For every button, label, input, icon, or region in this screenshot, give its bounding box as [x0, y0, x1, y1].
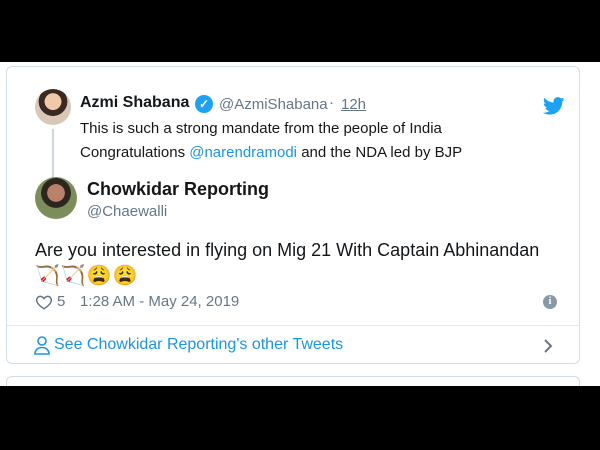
- person-icon: [34, 336, 50, 355]
- info-icon[interactable]: i: [543, 295, 557, 309]
- reply-display-name[interactable]: Chowkidar Reporting: [87, 179, 269, 200]
- quoted-text-line1: This is such a strong mandate from the p…: [80, 120, 442, 137]
- quoted-text-line2: Congratulations @narendramodi and the ND…: [80, 144, 462, 161]
- avatar-azmi[interactable]: [35, 89, 71, 125]
- see-other-tweets-link[interactable]: See Chowkidar Reporting's other Tweets: [54, 336, 343, 354]
- tweet-timestamp[interactable]: 1:28 AM - May 24, 2019: [80, 293, 239, 310]
- next-card: [6, 376, 580, 386]
- tweet-card[interactable]: Azmi Shabana ✓ @AzmiShabana · 12h This i…: [6, 66, 580, 364]
- separator-dot: ·: [329, 94, 334, 111]
- quoted-handle[interactable]: @AzmiShabana: [219, 96, 328, 113]
- quoted-display-name[interactable]: Azmi Shabana: [80, 94, 189, 112]
- page: Azmi Shabana ✓ @AzmiShabana · 12h This i…: [0, 62, 600, 386]
- tweet-text: Are you interested in flying on Mig 21 W…: [35, 240, 540, 260]
- quoted-text-prefix: Congratulations: [80, 144, 190, 161]
- avatar-chowkidar[interactable]: [35, 177, 77, 219]
- verified-badge-icon: ✓: [195, 95, 213, 113]
- chevron-right-icon[interactable]: [541, 337, 555, 355]
- quoted-time-link[interactable]: 12h: [341, 96, 366, 113]
- quoted-text-suffix: and the NDA led by BJP: [297, 144, 463, 161]
- heart-icon[interactable]: [35, 293, 53, 311]
- divider: [7, 325, 579, 326]
- mention-link[interactable]: @narendramodi: [189, 144, 297, 161]
- twitter-bird-icon[interactable]: [543, 97, 565, 115]
- like-count[interactable]: 5: [57, 293, 65, 310]
- emoji-row: 🏹🏹😩😩: [35, 265, 139, 287]
- reply-handle[interactable]: @Chaewalli: [87, 203, 167, 220]
